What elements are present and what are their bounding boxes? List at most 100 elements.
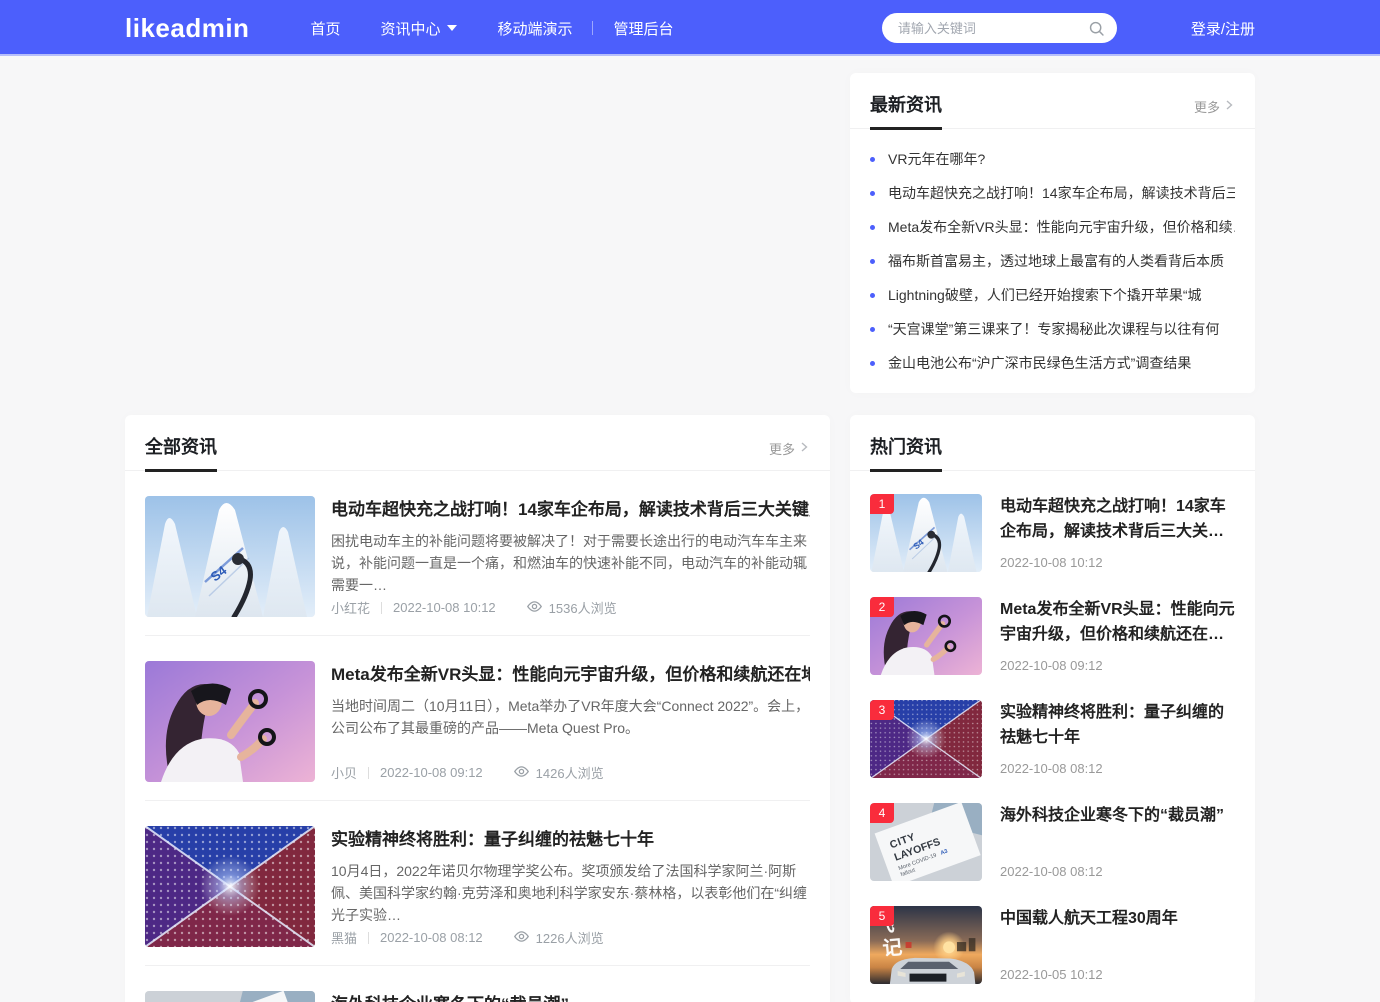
article-views: 1426人浏览 <box>513 763 604 782</box>
latest-news-item-text: VR元年在哪年? <box>888 149 985 169</box>
hot-news-item[interactable]: CITYLAYOFFSMore COVID-19falloutA3 4 海外科技… <box>870 803 1235 881</box>
bullet-dot-icon <box>870 225 875 230</box>
article-date: 2022-10-08 10:12 <box>393 600 496 615</box>
hot-news-item[interactable]: 2 Meta发布全新VR头显：性能向元宇宙升级，但价格和续航还在地球 2022-… <box>870 597 1235 675</box>
rank-badge: 1 <box>870 494 894 514</box>
chevron-down-icon <box>447 25 457 31</box>
article-meta: 小贝 2022-10-08 09:12 1426人浏览 <box>331 763 810 782</box>
bullet-dot-icon <box>870 293 875 298</box>
nav-divider <box>592 21 593 35</box>
views-eye-icon <box>513 930 530 946</box>
rank-badge: 4 <box>870 803 894 823</box>
latest-news-more-link[interactable]: 更多 <box>1194 97 1235 116</box>
rank-badge: 2 <box>870 597 894 617</box>
hot-news-item[interactable]: 飞记 5 中国载人航天工程30周年 2022-10-05 10:12 <box>870 906 1235 984</box>
page-content: 全部资讯 更多 S4 电动车超快充之战打响！14家车企布局，解读技术背后三大关键… <box>125 56 1255 1002</box>
latest-news-item[interactable]: 福布斯首富易主，透过地球上最富有的人类看背后本质 <box>870 244 1235 278</box>
article-body: 实验精神终将胜利：量子纠缠的祛魅七十年 10月4日，2022年诺贝尔物理学奖公布… <box>331 826 810 947</box>
more-label: 更多 <box>769 439 795 458</box>
article-meta: 小红花 2022-10-08 10:12 1536人浏览 <box>331 598 810 617</box>
all-news-panel: 全部资讯 更多 S4 电动车超快充之战打响！14家车企布局，解读技术背后三大关键… <box>125 415 830 1002</box>
latest-news-item-text: 电动车超快充之战打响！14家车企布局，解读技术背后三… <box>888 183 1235 203</box>
latest-news-item[interactable]: Meta发布全新VR头显：性能向元宇宙升级，但价格和续…还 <box>870 210 1235 244</box>
latest-news-item[interactable]: 金山电池公布“沪广深市民绿色生活方式”调查结果 <box>870 346 1235 380</box>
hot-news-item-date: 2022-10-08 10:12 <box>1000 555 1235 572</box>
banner-placeholder <box>125 73 830 415</box>
nav-news-center[interactable]: 资讯中心 <box>380 18 457 39</box>
views-count: 1226人浏览 <box>536 928 604 947</box>
hot-news-title: 热门资讯 <box>870 435 942 472</box>
latest-news-list: VR元年在哪年? 电动车超快充之战打响！14家车企布局，解读技术背后三… Met… <box>850 129 1255 380</box>
hot-news-thumbnail: 2 <box>870 597 982 675</box>
article-views: 1226人浏览 <box>513 928 604 947</box>
latest-news-item[interactable]: “天宫课堂”第三课来了！专家揭秘此次课程与以往有何 <box>870 312 1235 346</box>
article-author: 小贝 <box>331 763 357 782</box>
hot-news-body: 中国载人航天工程30周年 2022-10-05 10:12 <box>1000 906 1235 984</box>
rank-badge: 3 <box>870 700 894 720</box>
nav-mobile-demo[interactable]: 移动端演示 <box>497 18 572 39</box>
hot-news-thumbnail: 飞记 5 <box>870 906 982 984</box>
views-eye-icon <box>513 765 530 781</box>
latest-news-panel-head: 最新资讯 更多 <box>850 73 1255 129</box>
hot-news-item[interactable]: S4 1 电动车超快充之战打响！14家车企布局，解读技术背后三大关键点 2022… <box>870 494 1235 572</box>
site-logo[interactable]: likeadmin <box>125 13 249 44</box>
bullet-dot-icon <box>870 327 875 332</box>
nav-admin-backend[interactable]: 管理后台 <box>613 18 673 39</box>
article-title: 电动车超快充之战打响！14家车企布局，解读技术背后三大关键点 <box>331 498 810 522</box>
article-thumbnail <box>145 661 315 782</box>
article-author: 黑猫 <box>331 928 357 947</box>
hot-news-item-title: 海外科技企业寒冬下的“裁员潮” <box>1000 803 1235 828</box>
latest-news-item-text: “天宫课堂”第三课来了！专家揭秘此次课程与以往有何 <box>888 319 1219 339</box>
latest-news-item-text: Lightning破壁，人们已经开始搜索下个撬开苹果“城 <box>888 285 1202 305</box>
article-item[interactable]: S4 电动车超快充之战打响！14家车企布局，解读技术背后三大关键点 困扰电动车主… <box>145 471 810 636</box>
hot-news-item-date: 2022-10-08 09:12 <box>1000 658 1235 675</box>
article-item[interactable]: 实验精神终将胜利：量子纠缠的祛魅七十年 10月4日，2022年诺贝尔物理学奖公布… <box>145 801 810 966</box>
nav-home[interactable]: 首页 <box>310 18 340 39</box>
latest-news-item-text: 金山电池公布“沪广深市民绿色生活方式”调查结果 <box>888 353 1191 373</box>
latest-news-item[interactable]: Lightning破壁，人们已经开始搜索下个撬开苹果“城 <box>870 278 1235 312</box>
search-box[interactable] <box>882 13 1117 43</box>
hot-news-item[interactable]: 3 实验精神终将胜利：量子纠缠的祛魅七十年 2022-10-08 08:12 <box>870 700 1235 778</box>
quantum-entanglement-image <box>145 826 315 947</box>
hot-news-body: Meta发布全新VR头显：性能向元宇宙升级，但价格和续航还在地球 2022-10… <box>1000 597 1235 675</box>
article-author: 小红花 <box>331 598 370 617</box>
article-title: 海外科技企业寒冬下的“裁员潮” <box>331 993 810 1002</box>
article-body: 电动车超快充之战打响！14家车企布局，解读技术背后三大关键点 困扰电动车主的补能… <box>331 496 810 617</box>
hot-news-panel-head: 热门资讯 <box>850 415 1255 471</box>
all-news-title: 全部资讯 <box>145 435 217 472</box>
hot-news-item-title: 中国载人航天工程30周年 <box>1000 906 1235 931</box>
hot-news-item-date: 2022-10-08 08:12 <box>1000 864 1235 881</box>
article-item[interactable]: CITYLAYOFFSMore COVID-19falloutA3 海外科技企业… <box>145 966 810 1002</box>
latest-news-item-text: Meta发布全新VR头显：性能向元宇宙升级，但价格和续…还 <box>888 217 1235 237</box>
latest-news-item-text: 福布斯首富易主，透过地球上最富有的人类看背后本质 <box>888 251 1224 271</box>
article-thumbnail <box>145 826 315 947</box>
article-date: 2022-10-08 08:12 <box>380 930 483 945</box>
latest-news-item[interactable]: 电动车超快充之战打响！14家车企布局，解读技术背后三… <box>870 176 1235 210</box>
login-register-link[interactable]: 登录/注册 <box>1191 18 1255 39</box>
top-navigation-bar: likeadmin 首页 资讯中心 移动端演示 管理后台 登录/注册 <box>0 0 1380 56</box>
article-title: 实验精神终将胜利：量子纠缠的祛魅七十年 <box>331 828 810 852</box>
bullet-dot-icon <box>870 259 875 264</box>
search-input[interactable] <box>896 20 1088 37</box>
article-body: Meta发布全新VR头显：性能向元宇宙升级，但价格和续航还在地球 当地时间周二（… <box>331 661 810 782</box>
nav-news-center-label: 资讯中心 <box>380 18 440 39</box>
all-news-more-link[interactable]: 更多 <box>769 439 810 458</box>
article-meta: 黑猫 2022-10-08 08:12 1226人浏览 <box>331 928 810 947</box>
bullet-dot-icon <box>870 191 875 196</box>
latest-news-item[interactable]: VR元年在哪年? <box>870 142 1235 176</box>
article-title: Meta发布全新VR头显：性能向元宇宙升级，但价格和续航还在地球 <box>331 663 810 687</box>
article-item[interactable]: Meta发布全新VR头显：性能向元宇宙升级，但价格和续航还在地球 当地时间周二（… <box>145 636 810 801</box>
article-summary: 10月4日，2022年诺贝尔物理学奖公布。奖项颁发给了法国科学家阿兰·阿斯佩、美… <box>331 860 810 926</box>
rank-badge: 5 <box>870 906 894 926</box>
hot-news-list: S4 1 电动车超快充之战打响！14家车企布局，解读技术背后三大关键点 2022… <box>850 494 1255 1002</box>
hot-news-thumbnail: 3 <box>870 700 982 778</box>
article-thumbnail: S4 <box>145 496 315 617</box>
svg-text:记: 记 <box>882 937 904 961</box>
hot-news-panel: 热门资讯 S4 1 电动车超快充之战打响！14家车企布局，解读技术背后三大关键点… <box>850 415 1255 1002</box>
article-summary: 困扰电动车主的补能问题将要被解决了！对于需要长途出行的电动汽车车主来说，补能问题… <box>331 530 810 596</box>
latest-news-title: 最新资讯 <box>870 93 942 130</box>
hot-news-body: 电动车超快充之战打响！14家车企布局，解读技术背后三大关键点 2022-10-0… <box>1000 494 1235 572</box>
topbar-right: 登录/注册 <box>882 13 1255 43</box>
views-count: 1426人浏览 <box>536 763 604 782</box>
search-icon[interactable] <box>1088 20 1105 37</box>
